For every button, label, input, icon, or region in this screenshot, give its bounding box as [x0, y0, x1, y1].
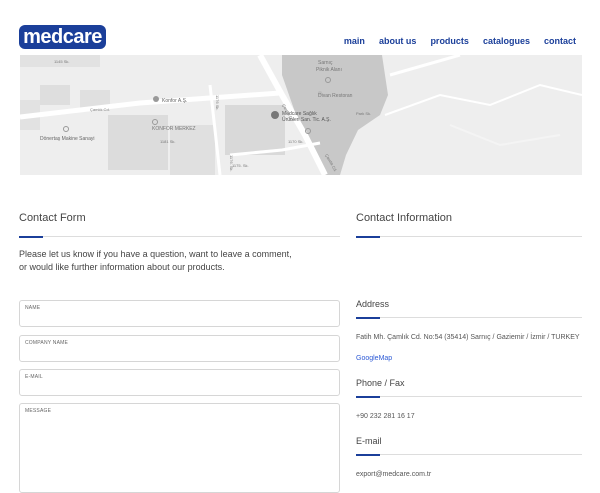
name-field[interactable]: NAME	[19, 300, 340, 327]
phone-divider	[356, 395, 582, 398]
contact-form-title: Contact Form	[19, 212, 86, 224]
address-divider	[356, 316, 582, 319]
intro-line-1: Please let us know if you have a questio…	[19, 249, 292, 259]
map-label-sk7: Park Sk.	[356, 111, 371, 116]
address-text: Fatih Mh. Çamlık Cd. No:54 (35414) Sarnı…	[356, 334, 580, 341]
nav-about-us[interactable]: about us	[379, 36, 417, 46]
nav-products[interactable]: products	[430, 36, 469, 46]
email-address[interactable]: export@medcare.com.tr	[356, 471, 431, 478]
map-label-konfor-merkez: KONFOR MERKEZ	[152, 126, 196, 132]
email-title: E-mail	[356, 436, 382, 446]
message-field-label: MESSAGE	[25, 408, 52, 414]
site-header: medcare main about us products catalogue…	[0, 0, 600, 55]
email-field-label: E-MAIL	[25, 374, 43, 380]
nav-main[interactable]: main	[344, 36, 365, 46]
address-title: Address	[356, 299, 390, 309]
email-divider	[356, 453, 582, 456]
map-label-sk5: 1175. Sk.	[232, 163, 249, 168]
contact-form-divider	[19, 235, 340, 238]
name-field-label: NAME	[25, 305, 41, 311]
contact-info-divider	[356, 235, 582, 238]
contact-form-intro: Please let us know if you have a questio…	[19, 248, 319, 274]
email-field[interactable]: E-MAIL	[19, 369, 340, 396]
nav-contact[interactable]: contact	[544, 36, 576, 46]
map-label-sk4: 1170 Sk.	[288, 139, 304, 144]
location-map[interactable]: Sarnıç Piknik Alanı Divan Restoran Konfo…	[20, 55, 582, 175]
company-field-label: COMPANY NAME	[25, 340, 69, 346]
medcare-logo[interactable]: medcare	[19, 25, 106, 49]
map-label-camlik: Çamlık Cd.	[90, 107, 110, 112]
nav-catalogues[interactable]: catalogues	[483, 36, 530, 46]
map-canvas: Sarnıç Piknik Alanı Divan Restoran Konfo…	[20, 55, 582, 175]
map-label-sk6: 1181 Sk.	[160, 139, 176, 144]
map-label-donertas: Dönertaş Makine Sanayi	[40, 136, 94, 142]
main-nav: main about us products catalogues contac…	[330, 36, 576, 46]
map-label-konfor: Konfor A.Ş.	[162, 98, 187, 104]
map-label-piknik: Piknik Alanı	[316, 67, 342, 73]
phone-fax-title: Phone / Fax	[356, 378, 405, 388]
map-label-sk1: 1145 Sk.	[54, 59, 70, 64]
contact-info-title: Contact Information	[356, 212, 452, 224]
phone-text: +90 232 281 16 17	[356, 413, 415, 420]
company-name-field[interactable]: COMPANY NAME	[19, 335, 340, 362]
intro-line-2: or would like further information about …	[19, 262, 225, 272]
googlemap-link[interactable]: GoogleMap	[356, 355, 392, 362]
map-label-divan: Divan Restoran	[318, 93, 353, 99]
map-label-sk2: 1176 Sk.	[215, 95, 220, 111]
map-label-sarnic: Sarnıç	[318, 60, 333, 66]
